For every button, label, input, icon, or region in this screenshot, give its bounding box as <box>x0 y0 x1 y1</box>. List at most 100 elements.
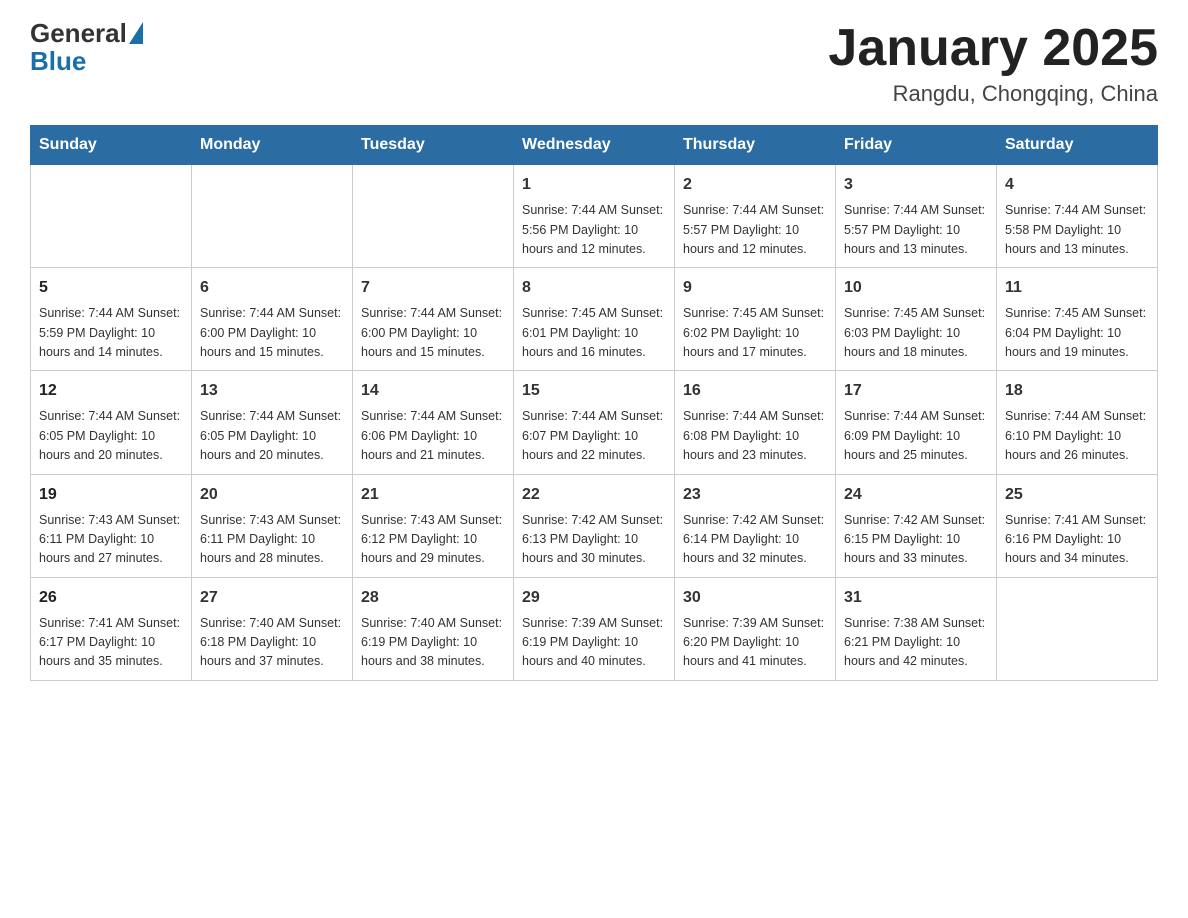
day-number: 30 <box>683 586 827 610</box>
day-number: 26 <box>39 586 183 610</box>
day-info: Sunrise: 7:45 AM Sunset: 6:04 PM Dayligh… <box>1005 304 1149 362</box>
day-info: Sunrise: 7:38 AM Sunset: 6:21 PM Dayligh… <box>844 614 988 672</box>
calendar-cell <box>31 165 192 268</box>
day-of-week-monday: Monday <box>192 126 353 165</box>
day-info: Sunrise: 7:44 AM Sunset: 6:05 PM Dayligh… <box>39 407 183 465</box>
day-info: Sunrise: 7:44 AM Sunset: 5:56 PM Dayligh… <box>522 201 666 259</box>
week-row-5: 26 Sunrise: 7:41 AM Sunset: 6:17 PM Dayli… <box>31 577 1158 680</box>
day-info: Sunrise: 7:44 AM Sunset: 6:00 PM Dayligh… <box>361 304 505 362</box>
calendar-cell: 7 Sunrise: 7:44 AM Sunset: 6:00 PM Daylig… <box>353 268 514 371</box>
day-info: Sunrise: 7:41 AM Sunset: 6:16 PM Dayligh… <box>1005 511 1149 569</box>
calendar-cell: 14Sunrise: 7:44 AM Sunset: 6:06 PM Dayli… <box>353 371 514 474</box>
calendar-cell: 27Sunrise: 7:40 AM Sunset: 6:18 PM Dayli… <box>192 577 353 680</box>
day-of-week-tuesday: Tuesday <box>353 126 514 165</box>
calendar-cell: 10 Sunrise: 7:45 AM Sunset: 6:03 PM Dayli… <box>836 268 997 371</box>
calendar-cell <box>353 165 514 268</box>
day-info: Sunrise: 7:44 AM Sunset: 6:07 PM Dayligh… <box>522 407 666 465</box>
day-of-week-friday: Friday <box>836 126 997 165</box>
day-info: Sunrise: 7:44 AM Sunset: 5:57 PM Dayligh… <box>844 201 988 259</box>
calendar-cell <box>192 165 353 268</box>
logo: General Blue <box>30 20 145 77</box>
calendar-cell: 20Sunrise: 7:43 AM Sunset: 6:11 PM Dayli… <box>192 474 353 577</box>
day-number: 25 <box>1005 483 1149 507</box>
calendar-cell: 29 Sunrise: 7:39 AM Sunset: 6:19 PM Dayli… <box>514 577 675 680</box>
day-number: 6 <box>200 276 344 300</box>
calendar-cell: 5 Sunrise: 7:44 AM Sunset: 5:59 PM Daylig… <box>31 268 192 371</box>
day-info: Sunrise: 7:44 AM Sunset: 5:57 PM Dayligh… <box>683 201 827 259</box>
calendar-cell <box>997 577 1158 680</box>
calendar-cell: 16 Sunrise: 7:44 AM Sunset: 6:08 PM Dayli… <box>675 371 836 474</box>
calendar-cell: 3 Sunrise: 7:44 AM Sunset: 5:57 PM Daylig… <box>836 165 997 268</box>
calendar-cell: 26 Sunrise: 7:41 AM Sunset: 6:17 PM Dayli… <box>31 577 192 680</box>
day-info: Sunrise: 7:41 AM Sunset: 6:17 PM Dayligh… <box>39 614 183 672</box>
day-number: 4 <box>1005 173 1149 197</box>
week-row-1: 1 Sunrise: 7:44 AM Sunset: 5:56 PM Daylig… <box>31 165 1158 268</box>
day-number: 15 <box>522 379 666 403</box>
calendar-cell: 11 Sunrise: 7:45 AM Sunset: 6:04 PM Dayli… <box>997 268 1158 371</box>
day-number: 8 <box>522 276 666 300</box>
day-info: Sunrise: 7:44 AM Sunset: 6:10 PM Dayligh… <box>1005 407 1149 465</box>
day-number: 1 <box>522 173 666 197</box>
calendar-cell: 15 Sunrise: 7:44 AM Sunset: 6:07 PM Dayli… <box>514 371 675 474</box>
calendar-cell: 9 Sunrise: 7:45 AM Sunset: 6:02 PM Daylig… <box>675 268 836 371</box>
week-row-3: 12Sunrise: 7:44 AM Sunset: 6:05 PM Dayli… <box>31 371 1158 474</box>
calendar-cell: 25 Sunrise: 7:41 AM Sunset: 6:16 PM Dayli… <box>997 474 1158 577</box>
day-info: Sunrise: 7:42 AM Sunset: 6:13 PM Dayligh… <box>522 511 666 569</box>
day-number: 7 <box>361 276 505 300</box>
day-number: 21 <box>361 483 505 507</box>
day-info: Sunrise: 7:42 AM Sunset: 6:14 PM Dayligh… <box>683 511 827 569</box>
day-info: Sunrise: 7:39 AM Sunset: 6:20 PM Dayligh… <box>683 614 827 672</box>
day-of-week-sunday: Sunday <box>31 126 192 165</box>
day-number: 24 <box>844 483 988 507</box>
day-of-week-wednesday: Wednesday <box>514 126 675 165</box>
day-number: 19 <box>39 483 183 507</box>
calendar-cell: 19Sunrise: 7:43 AM Sunset: 6:11 PM Dayli… <box>31 474 192 577</box>
logo-triangle-icon <box>129 22 143 44</box>
day-info: Sunrise: 7:40 AM Sunset: 6:18 PM Dayligh… <box>200 614 344 672</box>
day-info: Sunrise: 7:45 AM Sunset: 6:01 PM Dayligh… <box>522 304 666 362</box>
page-title: January 2025 <box>828 20 1158 77</box>
days-of-week-row: SundayMondayTuesdayWednesdayThursdayFrid… <box>31 126 1158 165</box>
day-number: 20 <box>200 483 344 507</box>
day-number: 22 <box>522 483 666 507</box>
day-info: Sunrise: 7:44 AM Sunset: 6:05 PM Dayligh… <box>200 407 344 465</box>
day-number: 10 <box>844 276 988 300</box>
page-header: General Blue January 2025 Rangdu, Chongq… <box>30 20 1158 107</box>
page-subtitle: Rangdu, Chongqing, China <box>828 81 1158 107</box>
day-number: 23 <box>683 483 827 507</box>
calendar-cell: 13Sunrise: 7:44 AM Sunset: 6:05 PM Dayli… <box>192 371 353 474</box>
day-number: 9 <box>683 276 827 300</box>
day-info: Sunrise: 7:43 AM Sunset: 6:12 PM Dayligh… <box>361 511 505 569</box>
day-number: 18 <box>1005 379 1149 403</box>
day-info: Sunrise: 7:44 AM Sunset: 6:00 PM Dayligh… <box>200 304 344 362</box>
calendar-cell: 21 Sunrise: 7:43 AM Sunset: 6:12 PM Dayli… <box>353 474 514 577</box>
day-of-week-thursday: Thursday <box>675 126 836 165</box>
calendar-cell: 23 Sunrise: 7:42 AM Sunset: 6:14 PM Dayli… <box>675 474 836 577</box>
logo-blue-text: Blue <box>30 46 86 77</box>
day-info: Sunrise: 7:44 AM Sunset: 5:58 PM Dayligh… <box>1005 201 1149 259</box>
calendar-header: SundayMondayTuesdayWednesdayThursdayFrid… <box>31 126 1158 165</box>
day-info: Sunrise: 7:45 AM Sunset: 6:02 PM Dayligh… <box>683 304 827 362</box>
day-of-week-saturday: Saturday <box>997 126 1158 165</box>
day-info: Sunrise: 7:45 AM Sunset: 6:03 PM Dayligh… <box>844 304 988 362</box>
calendar-cell: 18 Sunrise: 7:44 AM Sunset: 6:10 PM Dayli… <box>997 371 1158 474</box>
day-info: Sunrise: 7:44 AM Sunset: 5:59 PM Dayligh… <box>39 304 183 362</box>
calendar-cell: 8 Sunrise: 7:45 AM Sunset: 6:01 PM Daylig… <box>514 268 675 371</box>
calendar-cell: 2Sunrise: 7:44 AM Sunset: 5:57 PM Daylig… <box>675 165 836 268</box>
day-info: Sunrise: 7:44 AM Sunset: 6:08 PM Dayligh… <box>683 407 827 465</box>
title-block: January 2025 Rangdu, Chongqing, China <box>828 20 1158 107</box>
day-info: Sunrise: 7:40 AM Sunset: 6:19 PM Dayligh… <box>361 614 505 672</box>
day-number: 3 <box>844 173 988 197</box>
day-number: 5 <box>39 276 183 300</box>
calendar-body: 1 Sunrise: 7:44 AM Sunset: 5:56 PM Daylig… <box>31 165 1158 681</box>
day-number: 14 <box>361 379 505 403</box>
calendar-table: SundayMondayTuesdayWednesdayThursdayFrid… <box>30 125 1158 681</box>
day-number: 11 <box>1005 276 1149 300</box>
day-number: 16 <box>683 379 827 403</box>
week-row-4: 19Sunrise: 7:43 AM Sunset: 6:11 PM Dayli… <box>31 474 1158 577</box>
day-info: Sunrise: 7:39 AM Sunset: 6:19 PM Dayligh… <box>522 614 666 672</box>
day-number: 31 <box>844 586 988 610</box>
day-number: 29 <box>522 586 666 610</box>
week-row-2: 5 Sunrise: 7:44 AM Sunset: 5:59 PM Daylig… <box>31 268 1158 371</box>
calendar-cell: 1 Sunrise: 7:44 AM Sunset: 5:56 PM Daylig… <box>514 165 675 268</box>
